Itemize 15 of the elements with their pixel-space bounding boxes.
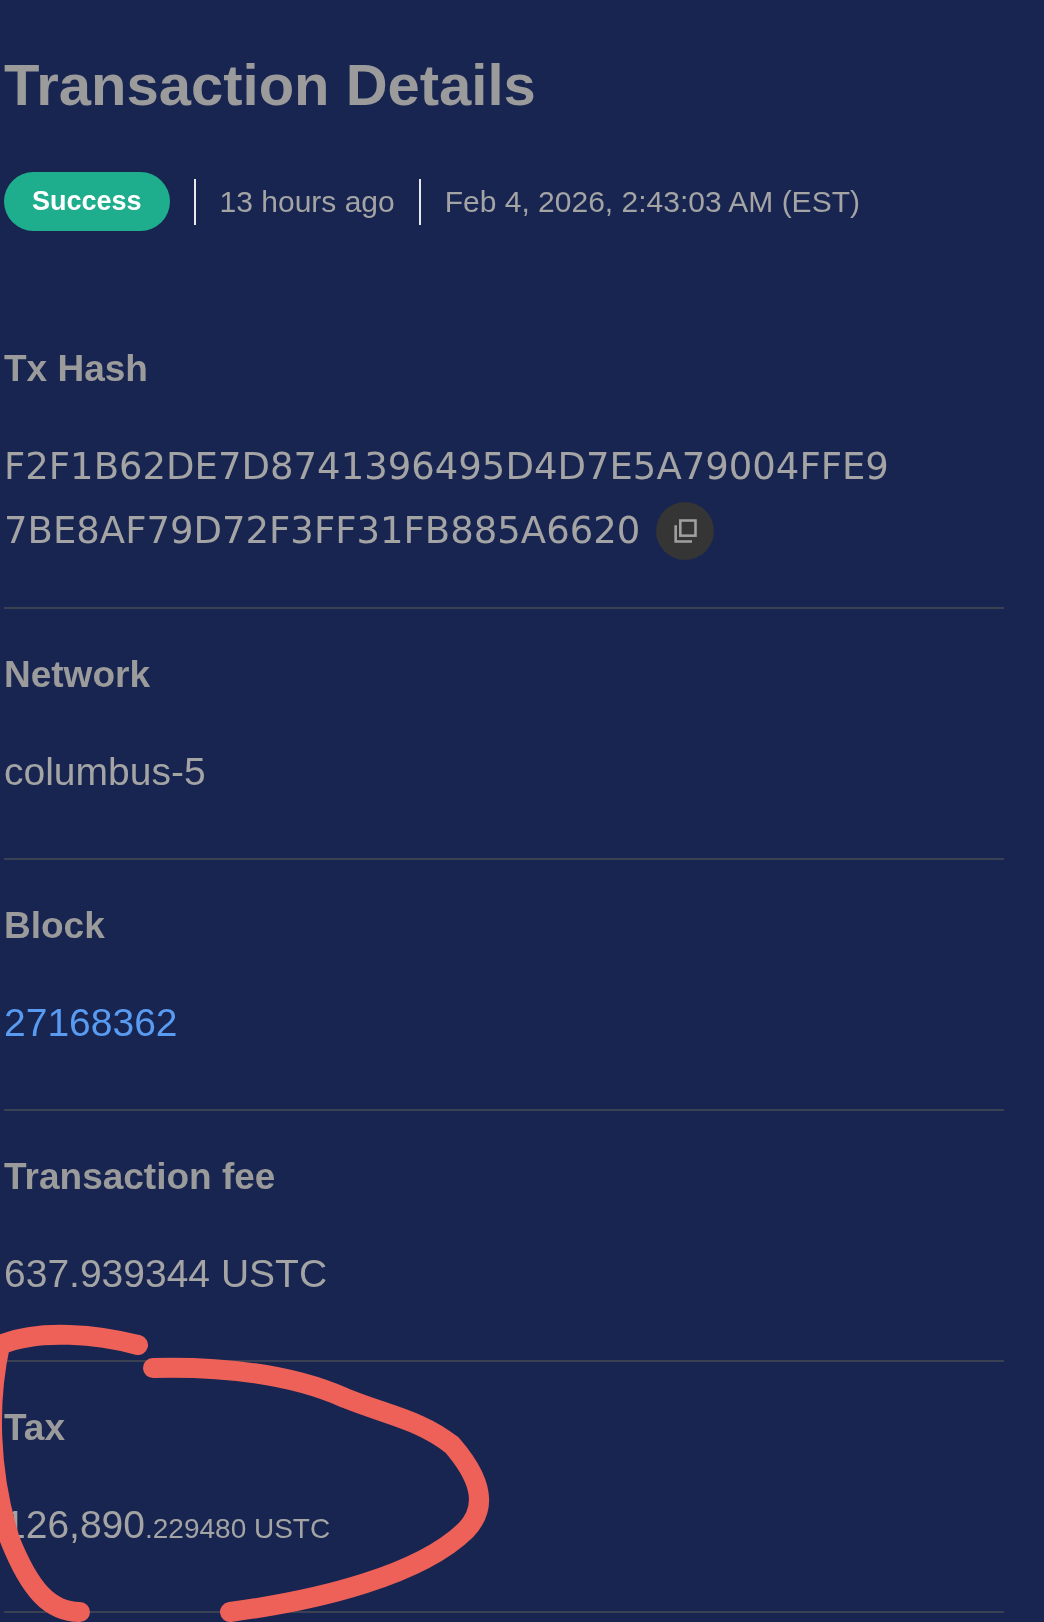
field-label: Transaction fee — [4, 1155, 276, 1199]
tx-hash: F2F1B62DE7D8741396495D4D7E5A79004FFE9 — [4, 444, 889, 490]
tx-hash: 7BE8AF79D72F3FF31FB885A6620 — [4, 508, 641, 554]
timestamp: Feb 4, 2026, 2:43:03 AM (EST) — [444, 184, 860, 219]
block-link[interactable]: 27168362 — [4, 1001, 178, 1044]
status-badge: Success — [4, 172, 170, 231]
copy-icon — [671, 517, 700, 545]
field-label: Block — [4, 904, 105, 948]
field-label: Tx Hash — [4, 347, 148, 391]
field-value: columbus-5 — [4, 750, 206, 793]
time-ago: 13 hours ago — [219, 184, 395, 219]
page-title: Transaction Details — [4, 51, 536, 119]
field-value: 637.939344 USTC — [4, 1252, 328, 1295]
field-label: Network — [4, 653, 150, 697]
field-label: Tax — [4, 1406, 65, 1450]
